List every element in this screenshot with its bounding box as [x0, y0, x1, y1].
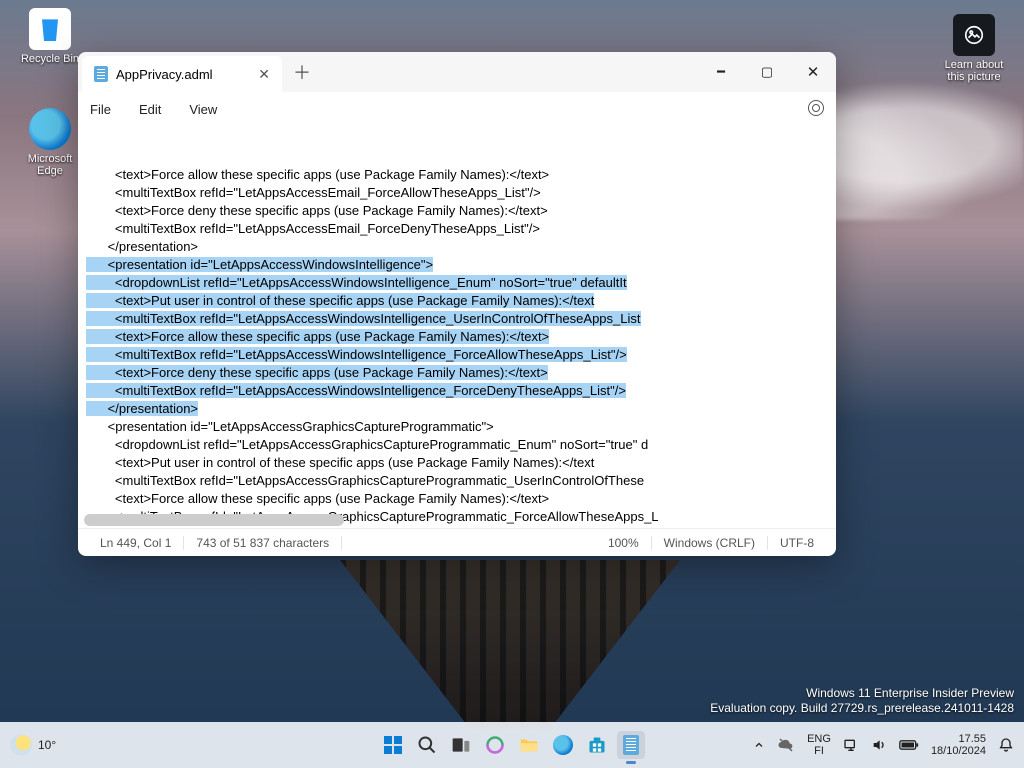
titlebar[interactable]: AppPrivacy.adml ✕ ＋ ━ ▢ ✕ — [78, 52, 836, 92]
editor-line: <dropdownList refId="LetAppsAccessWindow… — [86, 274, 836, 292]
editor-line: <text>Force deny these specific apps (us… — [86, 202, 836, 220]
status-chars: 743 of 51 837 characters — [184, 536, 342, 550]
statusbar: Ln 449, Col 1 743 of 51 837 characters 1… — [78, 528, 836, 556]
desktop-icon-label: Recycle Bin — [12, 53, 88, 65]
tray-chevron-icon[interactable] — [753, 739, 765, 751]
editor-line: <presentation id="LetAppsAccessWindowsIn… — [86, 256, 836, 274]
file-tab[interactable]: AppPrivacy.adml ✕ — [82, 56, 282, 92]
editor-line: <multiTextBox refId="LetAppsAccessGraphi… — [86, 472, 836, 490]
tray-language[interactable]: ENGFI — [807, 733, 831, 757]
minimize-button[interactable]: ━ — [698, 52, 744, 92]
editor-line: <text>Put user in control of these speci… — [86, 292, 836, 310]
weather-icon — [10, 734, 32, 756]
editor-line: <presentation id="LetAppsAccessGraphicsC… — [86, 418, 836, 436]
taskbar-weather[interactable]: 10° — [10, 734, 56, 756]
copilot-button[interactable] — [481, 731, 509, 759]
editor-line: <multiTextBox refId="LetAppsAccessWindow… — [86, 346, 836, 364]
scrollbar-thumb[interactable] — [84, 514, 344, 526]
desktop-icon-edge[interactable]: MicrosoftEdge — [12, 108, 88, 177]
edge-button[interactable] — [549, 731, 577, 759]
desktop-icon-label: MicrosoftEdge — [12, 153, 88, 177]
menu-edit[interactable]: Edit — [139, 102, 161, 117]
status-zoom[interactable]: 100% — [596, 536, 652, 550]
editor-line: </presentation> — [86, 400, 836, 418]
recycle-bin-icon — [29, 8, 71, 50]
onedrive-icon[interactable] — [777, 736, 795, 754]
editor-line: <multiTextBox refId="LetAppsAccessEmail_… — [86, 184, 836, 202]
editor-line: <text>Force deny these specific apps (us… — [86, 526, 836, 528]
desktop-icon-label: Learn aboutthis picture — [936, 59, 1012, 83]
microsoft-store-button[interactable] — [583, 731, 611, 759]
menu-file[interactable]: File — [90, 102, 111, 117]
status-encoding[interactable]: UTF-8 — [768, 536, 826, 550]
notepad-file-icon — [94, 66, 108, 82]
gear-icon — [808, 100, 824, 116]
network-icon[interactable] — [843, 737, 859, 753]
tray-clock[interactable]: 17.5518/10/2024 — [931, 733, 986, 757]
weather-temp: 10° — [38, 738, 56, 752]
watermark: Windows 11 Enterprise Insider Preview Ev… — [710, 686, 1014, 716]
editor-line: <multiTextBox refId="LetAppsAccessWindow… — [86, 382, 836, 400]
edge-icon — [29, 108, 71, 150]
battery-icon[interactable] — [899, 739, 919, 751]
notepad-window: AppPrivacy.adml ✕ ＋ ━ ▢ ✕ File Edit View… — [78, 52, 836, 556]
taskbar[interactable]: 10° ENGFI 17.5518/1 — [0, 722, 1024, 768]
new-tab-button[interactable]: ＋ — [282, 52, 322, 92]
close-tab-icon[interactable]: ✕ — [258, 67, 270, 81]
editor-textarea[interactable]: <text>Force allow these specific apps (u… — [78, 126, 836, 528]
menubar: File Edit View — [78, 92, 836, 126]
volume-icon[interactable] — [871, 737, 887, 753]
start-button[interactable] — [379, 731, 407, 759]
horizontal-scrollbar[interactable] — [84, 514, 830, 526]
menu-view[interactable]: View — [189, 102, 217, 117]
desktop-icon-recycle-bin[interactable]: Recycle Bin — [12, 8, 88, 65]
editor-line: <text>Force allow these specific apps (u… — [86, 490, 836, 508]
notifications-icon[interactable] — [998, 737, 1014, 753]
settings-button[interactable] — [808, 100, 824, 119]
close-button[interactable]: ✕ — [790, 52, 836, 92]
tab-title: AppPrivacy.adml — [116, 67, 213, 82]
editor-line: <text>Force allow these specific apps (u… — [86, 166, 836, 184]
task-view-button[interactable] — [447, 731, 475, 759]
editor-line: <multiTextBox refId="LetAppsAccessWindow… — [86, 310, 836, 328]
file-explorer-button[interactable] — [515, 731, 543, 759]
wallpaper-pier — [340, 560, 680, 728]
desktop-icon-learn-about-picture[interactable]: Learn aboutthis picture — [936, 14, 1012, 83]
editor-line: <text>Force deny these specific apps (us… — [86, 364, 836, 382]
notepad-button[interactable] — [617, 731, 645, 759]
editor-line: <multiTextBox refId="LetAppsAccessEmail_… — [86, 220, 836, 238]
editor-line: <text>Put user in control of these speci… — [86, 454, 836, 472]
status-position: Ln 449, Col 1 — [88, 536, 184, 550]
editor-line: </presentation> — [86, 238, 836, 256]
maximize-button[interactable]: ▢ — [744, 52, 790, 92]
search-button[interactable] — [413, 731, 441, 759]
picture-icon — [953, 14, 995, 56]
editor-line: <dropdownList refId="LetAppsAccessGraphi… — [86, 436, 836, 454]
status-eol[interactable]: Windows (CRLF) — [652, 536, 768, 550]
editor-line: <text>Force allow these specific apps (u… — [86, 328, 836, 346]
